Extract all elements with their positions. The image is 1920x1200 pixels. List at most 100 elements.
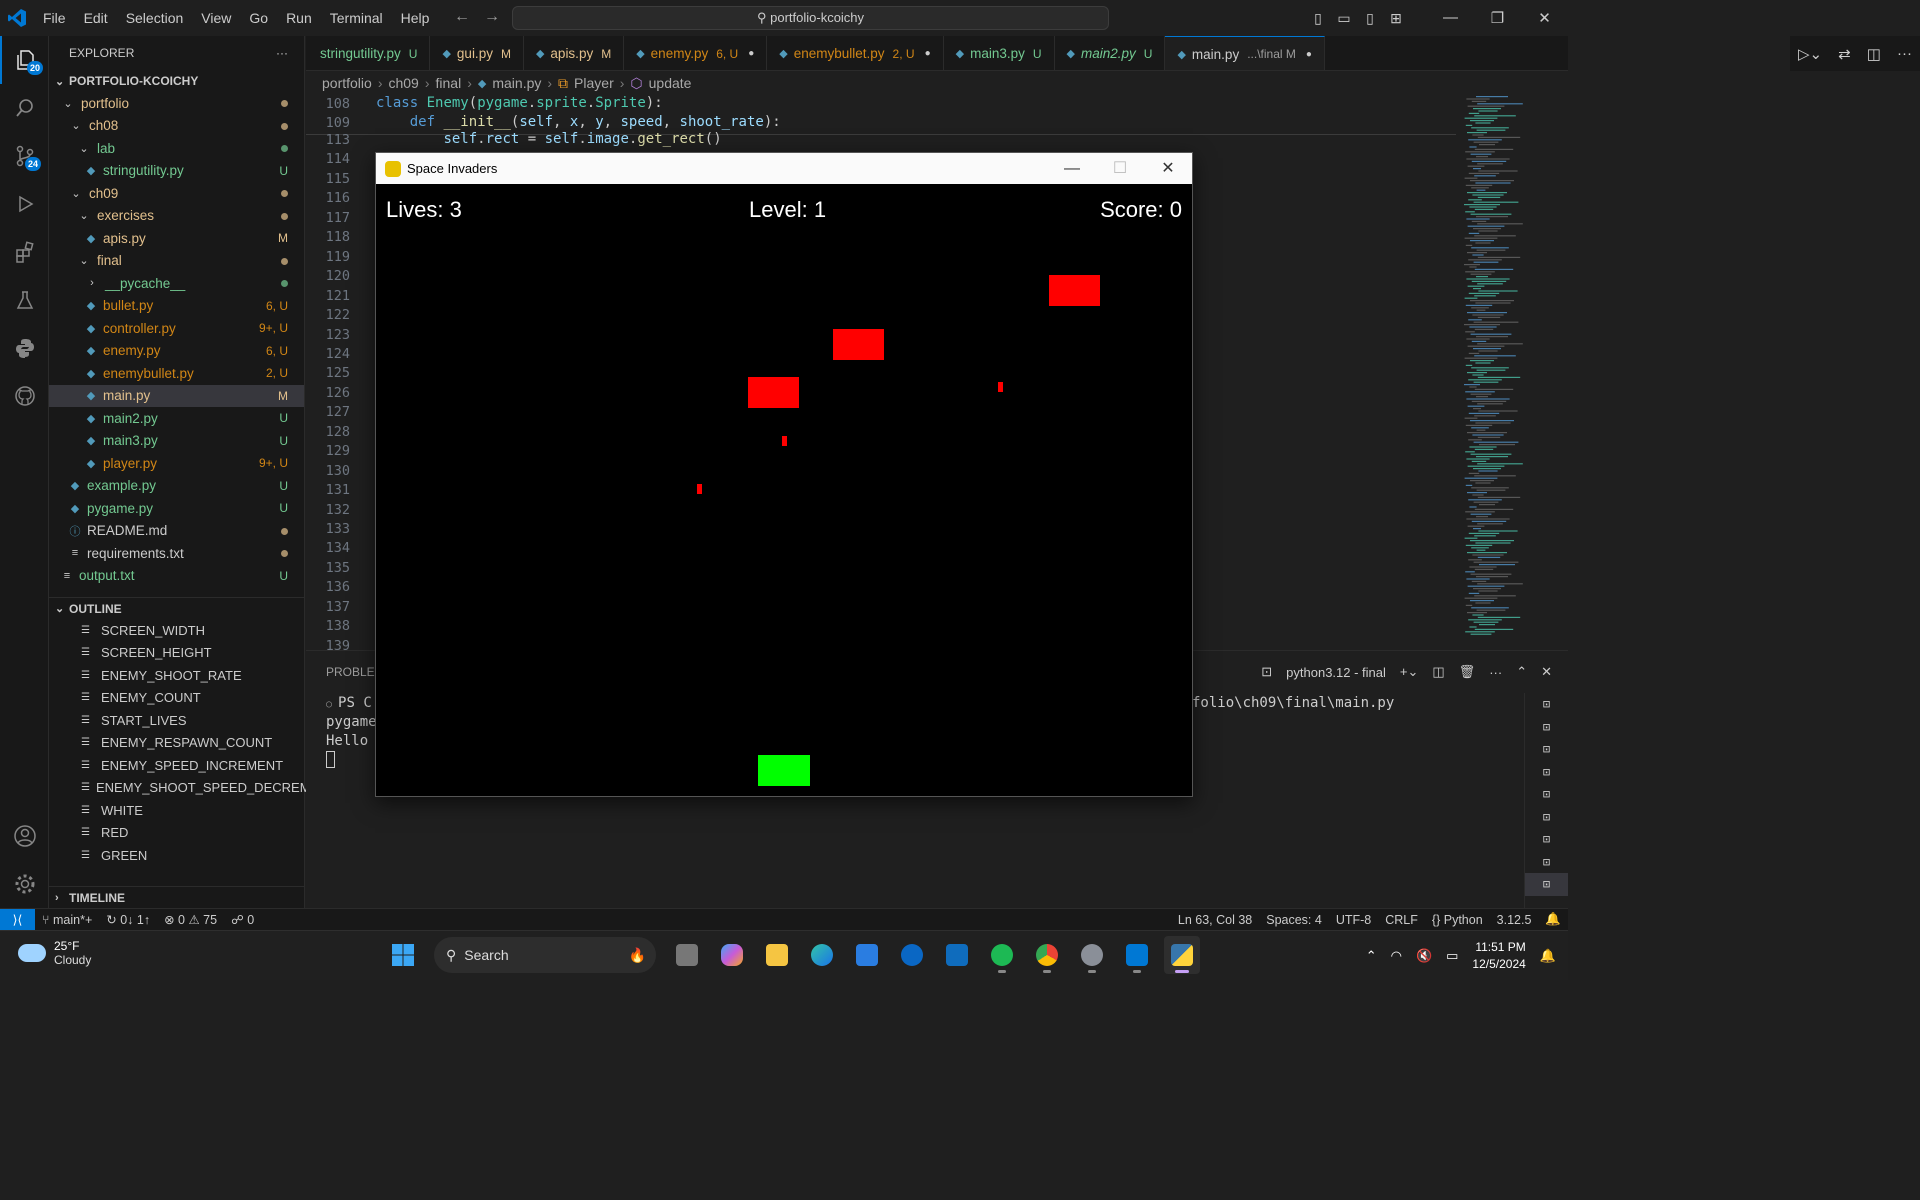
python-icon[interactable] bbox=[0, 324, 49, 372]
trash-icon[interactable]: 🗑 bbox=[1459, 664, 1476, 680]
menu-terminal[interactable]: Terminal bbox=[321, 0, 392, 36]
menu-edit[interactable]: Edit bbox=[75, 0, 117, 36]
breadcrumb-item[interactable]: final bbox=[436, 75, 462, 91]
dell-icon[interactable] bbox=[894, 936, 930, 974]
close-icon[interactable]: ✕ bbox=[1521, 9, 1568, 27]
unsaved-dot-icon[interactable]: ● bbox=[1306, 49, 1312, 60]
edge-icon[interactable] bbox=[804, 936, 840, 974]
folder-item[interactable]: ⌄ final bbox=[49, 250, 304, 273]
editor-tab[interactable]: ◆ apis.py M bbox=[524, 36, 625, 70]
terminal-instance-icon[interactable]: ⊡ bbox=[1525, 738, 1568, 761]
menu-go[interactable]: Go bbox=[240, 0, 277, 36]
spotify-icon[interactable] bbox=[984, 936, 1020, 974]
file-item[interactable]: ◆ controller.py 9+, U bbox=[49, 317, 304, 340]
code-line[interactable]: self.rect = self.image.get_rect() bbox=[376, 131, 721, 147]
file-item[interactable]: ◆ main3.py U bbox=[49, 430, 304, 453]
testing-icon[interactable] bbox=[0, 276, 49, 324]
editor-tab[interactable]: ◆ enemy.py 6, U ● bbox=[624, 36, 768, 70]
more-icon[interactable]: ··· bbox=[1489, 665, 1502, 680]
notifications-bell-icon[interactable]: 🔔 bbox=[1538, 912, 1568, 927]
file-item[interactable]: ◆ example.py U bbox=[49, 475, 304, 498]
notification-bell-icon[interactable]: 🔔 bbox=[1540, 948, 1556, 964]
breadcrumb-item[interactable]: Player bbox=[574, 75, 614, 91]
python-taskbar-icon[interactable] bbox=[1164, 936, 1200, 974]
file-item[interactable]: ⓘ README.md bbox=[49, 520, 304, 543]
settings-icon[interactable] bbox=[1074, 936, 1110, 974]
file-item[interactable]: ◆ enemybullet.py 2, U bbox=[49, 362, 304, 385]
game-window[interactable]: Space Invaders — ☐ ✕ Lives: 3 Level: 1 S… bbox=[375, 152, 1193, 797]
problems-status[interactable]: ⊗ 0 ⚠ 75 bbox=[157, 912, 224, 927]
copilot-icon[interactable] bbox=[714, 936, 750, 974]
remote-icon[interactable]: ⟩⟨ bbox=[0, 908, 35, 931]
file-item[interactable]: ◆ pygame.py U bbox=[49, 497, 304, 520]
file-item[interactable]: ◆ player.py 9+, U bbox=[49, 452, 304, 475]
sticky-code-line[interactable]: class Enemy(pygame.sprite.Sprite): bbox=[376, 95, 663, 111]
outline-item[interactable]: ☰ SCREEN_HEIGHT bbox=[49, 642, 304, 665]
file-item[interactable]: ◆ apis.py M bbox=[49, 227, 304, 250]
file-item[interactable]: ◆ stringutility.py U bbox=[49, 160, 304, 183]
breadcrumb-item[interactable]: ch09 bbox=[388, 75, 418, 91]
outline-item[interactable]: ☰ SCREEN_WIDTH bbox=[49, 619, 304, 642]
outline-item[interactable]: ☰ ENEMY_COUNT bbox=[49, 687, 304, 710]
folder-item[interactable]: ⌄ lab bbox=[49, 137, 304, 160]
compare-icon[interactable]: ⇄ bbox=[1838, 45, 1851, 63]
outline-item[interactable]: ☰ RED bbox=[49, 822, 304, 845]
outline-item[interactable]: ☰ GREEN bbox=[49, 844, 304, 867]
outlook-icon[interactable] bbox=[939, 936, 975, 974]
account-icon[interactable] bbox=[0, 812, 49, 860]
folder-item[interactable]: ⌄ portfolio bbox=[49, 92, 304, 115]
file-item[interactable]: ◆ main2.py U bbox=[49, 407, 304, 430]
toggle-panel-icon[interactable]: ▭ bbox=[1331, 10, 1357, 27]
menu-file[interactable]: File bbox=[34, 0, 75, 36]
clock[interactable]: 11:51 PM 12/5/2024 bbox=[1472, 939, 1525, 973]
python-version[interactable]: 3.12.5 bbox=[1490, 913, 1539, 927]
task-view-icon[interactable] bbox=[669, 936, 705, 974]
settings-gear-icon[interactable] bbox=[0, 860, 49, 908]
extensions-icon[interactable] bbox=[0, 228, 49, 276]
outline-item[interactable]: ☰ START_LIVES bbox=[49, 709, 304, 732]
more-actions-icon[interactable]: ··· bbox=[276, 46, 288, 60]
store-icon[interactable] bbox=[849, 936, 885, 974]
cursor-position[interactable]: Ln 63, Col 38 bbox=[1171, 913, 1259, 927]
breadcrumb-item[interactable]: update bbox=[649, 75, 692, 91]
vscode-taskbar-icon[interactable] bbox=[1119, 936, 1155, 974]
chrome-icon[interactable] bbox=[1029, 936, 1065, 974]
ports-status[interactable]: ☍ 0 bbox=[224, 912, 261, 927]
back-arrow-icon[interactable]: ← bbox=[454, 8, 470, 26]
file-item[interactable]: ≡ output.txt U bbox=[49, 565, 304, 588]
sticky-code-line[interactable]: def __init__(self, x, y, speed, shoot_ra… bbox=[376, 114, 781, 130]
folder-item[interactable]: ⌄ ch09 bbox=[49, 182, 304, 205]
git-branch[interactable]: ⑂ main*+ bbox=[35, 913, 99, 927]
maximize-icon[interactable]: ☐ bbox=[1096, 153, 1144, 184]
timeline-section[interactable]: › TIMELINE bbox=[49, 886, 304, 908]
outline-item[interactable]: ☰ WHITE bbox=[49, 799, 304, 822]
menu-selection[interactable]: Selection bbox=[117, 0, 193, 36]
file-item[interactable]: ≡ requirements.txt bbox=[49, 542, 304, 565]
unsaved-dot-icon[interactable]: ● bbox=[748, 48, 754, 59]
start-windows-icon[interactable] bbox=[385, 936, 421, 974]
explorer-icon[interactable]: 20 bbox=[0, 36, 49, 84]
chevron-up-icon[interactable]: ⌃ bbox=[1366, 948, 1377, 964]
game-titlebar[interactable]: Space Invaders — ☐ ✕ bbox=[376, 153, 1192, 184]
command-center[interactable]: ⚲ portfolio-kcoichy bbox=[512, 6, 1109, 30]
restore-icon[interactable]: ❐ bbox=[1474, 9, 1521, 27]
folder-item[interactable]: ⌄ exercises bbox=[49, 205, 304, 228]
minimize-icon[interactable]: — bbox=[1427, 9, 1474, 27]
editor-tab[interactable]: ◆ gui.py M bbox=[430, 36, 524, 70]
volume-muted-icon[interactable]: 🔇 bbox=[1416, 948, 1432, 964]
language-mode[interactable]: {} Python bbox=[1425, 913, 1490, 927]
close-panel-icon[interactable]: ✕ bbox=[1541, 664, 1552, 680]
line-ending[interactable]: CRLF bbox=[1378, 913, 1425, 927]
indentation[interactable]: Spaces: 4 bbox=[1259, 913, 1329, 927]
close-icon[interactable]: ✕ bbox=[1144, 153, 1192, 184]
folder-item[interactable]: ⌄ ch08 bbox=[49, 115, 304, 138]
more-icon[interactable]: ··· bbox=[1897, 45, 1912, 62]
terminal-instance-icon[interactable]: ⊡ bbox=[1525, 828, 1568, 851]
unsaved-dot-icon[interactable]: ● bbox=[925, 48, 931, 59]
outline-item[interactable]: ☰ ENEMY_SPEED_INCREMENT bbox=[49, 754, 304, 777]
github-icon[interactable] bbox=[0, 372, 49, 420]
terminal-instance-icon[interactable]: ⊡ bbox=[1525, 806, 1568, 829]
sync-status[interactable]: ↻ 0↓ 1↑ bbox=[99, 912, 157, 927]
battery-icon[interactable]: ▭ bbox=[1446, 948, 1458, 964]
editor-tab[interactable]: ◆ main2.py U bbox=[1055, 36, 1166, 70]
